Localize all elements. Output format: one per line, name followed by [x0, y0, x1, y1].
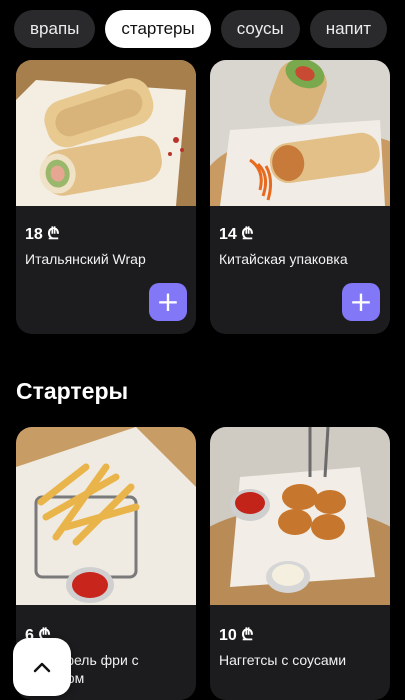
product-price: 10 ₾	[219, 627, 254, 644]
product-card-italian-wrap[interactable]: 18 ₾ Итальянский Wrap +	[16, 60, 196, 334]
category-tabs: врапы стартеры соусы напит	[14, 10, 405, 50]
tab-drinks[interactable]: напит	[309, 10, 388, 48]
chevron-up-icon	[33, 662, 51, 673]
product-name: Итальянский Wrap	[25, 251, 146, 267]
product-photo-chinese-wrap	[210, 60, 390, 206]
product-name: Наггетсы с соусами	[219, 652, 347, 668]
plus-icon: +	[349, 285, 373, 318]
product-photo-nuggets	[210, 427, 390, 605]
section-title-starters: Стартеры	[16, 378, 129, 404]
add-to-cart-button[interactable]: +	[342, 283, 380, 321]
product-name: Китайская упаковка	[219, 251, 348, 267]
tab-sauces[interactable]: соусы	[220, 10, 300, 48]
product-card-chinese-wrap[interactable]: 14 ₾ Китайская упаковка +	[210, 60, 390, 334]
tab-wraps[interactable]: врапы	[14, 10, 96, 48]
product-price: 14 ₾	[219, 226, 254, 243]
product-price: 18 ₾	[25, 226, 60, 243]
add-to-cart-button[interactable]: +	[149, 283, 187, 321]
product-photo-italian-wrap	[16, 60, 196, 206]
plus-icon: +	[156, 285, 180, 318]
tab-starters[interactable]: стартеры	[105, 10, 211, 48]
product-photo-fries	[16, 427, 196, 605]
scroll-to-top-button[interactable]	[13, 638, 71, 696]
product-card-nuggets[interactable]: 10 ₾ Наггетсы с соусами	[210, 427, 390, 700]
